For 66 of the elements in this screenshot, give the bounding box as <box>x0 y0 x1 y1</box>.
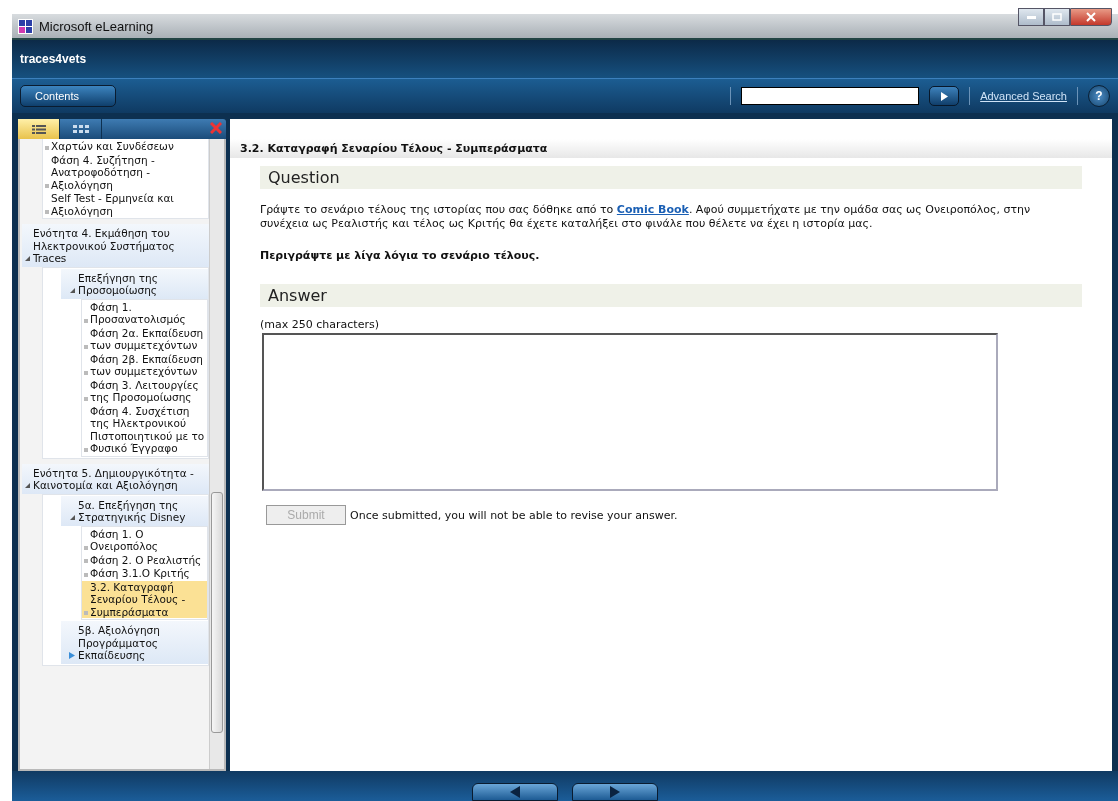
tree-item[interactable]: Φάση 2α. Εκπαίδευση των συμμετεχόντων <box>82 326 207 352</box>
tree-item[interactable]: 3.2. Καταγραφή Σεναρίου Τέλους - Συμπεράσματα <box>82 580 207 618</box>
grid-icon <box>72 125 89 133</box>
tree-group[interactable]: 5β. Αξιολόγηση Προγράμματος Εκπαίδευσης <box>61 621 208 664</box>
minimize-icon <box>1026 15 1036 19</box>
bullet-icon <box>84 318 88 323</box>
tree-group[interactable]: Ενότητα 5. Δημιουργικότητα - Καινοτομία και Αξιολόγηση <box>22 463 209 494</box>
tree-item[interactable]: Φάση 3. Λειτουργίες της Προσομοίωσης <box>82 378 207 404</box>
bullet-icon <box>45 145 49 150</box>
expanded-triangle-icon <box>69 286 75 294</box>
tree-item[interactable]: Self Test - Ερμηνεία και Αξιολόγηση <box>43 192 208 217</box>
play-icon <box>940 91 948 101</box>
bullet-icon <box>84 545 88 550</box>
help-button[interactable]: ? <box>1088 85 1110 107</box>
tree-item[interactable]: Φάση 2β. Εκπαίδευση των συμμετεχόντων <box>82 352 207 378</box>
tree-item[interactable]: Φάση 2. Ο Ρεαλιστής <box>82 553 207 566</box>
bullet-icon <box>45 184 49 188</box>
comic-book-link[interactable]: Comic Book <box>616 203 689 216</box>
minimize-button[interactable] <box>1018 8 1044 26</box>
bullet-icon <box>45 210 49 214</box>
question-text: Γράψτε το σενάριο τέλους της ιστορίας που σας δόθηκε από το Comic Book. Αφού συμμετήχατε με την ομάδα σας ως Ονειροπόλος, στην συνέχεια ως Ρεαλιστής και τέλος ως Κριτής θα έχετε καταλήξει στο φινάλε που θέλετε να έχει η ιστορία μας. <box>260 203 1032 231</box>
close-icon <box>1086 12 1096 22</box>
contents-button[interactable]: Contents <box>20 85 116 107</box>
expanded-triangle-icon <box>24 254 30 262</box>
tree-item[interactable]: Φάση 4. Συσχέτιση της Ηλεκτρονικού Πιστοποιητικού με το Φυσικό Έγγραφο <box>82 404 207 455</box>
instruction-text: Περιγράψτε με λίγα λόγια το σενάριο τέλους. <box>260 249 541 262</box>
scrollbar[interactable] <box>209 139 224 769</box>
tree-item[interactable]: Φάση 1. Ο Ονειροπόλος <box>82 527 207 553</box>
close-button[interactable] <box>1070 8 1112 26</box>
left-arrow-icon <box>510 786 520 798</box>
character-limit-hint: (max 250 characters) <box>260 318 380 331</box>
tree-item[interactable]: Φάση 1. Προσανατολισμός <box>82 300 207 326</box>
tree-item[interactable]: Φάση 3.1.Ο Κριτής <box>82 567 207 580</box>
search-go-button[interactable] <box>929 86 960 106</box>
tree-item[interactable]: Χαρτών και Συνδέσεων <box>43 140 208 153</box>
list-icon <box>31 124 46 134</box>
submit-note: Once submitted, you will not be able to revise your answer. <box>350 508 678 522</box>
expanded-triangle-icon <box>24 481 30 489</box>
bullet-icon <box>84 559 88 563</box>
bullet-icon <box>84 396 88 401</box>
expanded-triangle-icon <box>69 513 75 521</box>
right-arrow-icon <box>610 786 620 798</box>
window-title: Microsoft eLearning <box>39 18 155 34</box>
tree-group[interactable]: Επεξήγηση της Προσομοίωσης <box>61 268 208 299</box>
advanced-search-link[interactable]: Advanced Search <box>980 90 1067 102</box>
next-button[interactable] <box>572 783 658 801</box>
page-title: 3.2. Καταγραφή Σεναρίου Τέλους - Συμπεράσματα <box>230 139 1112 158</box>
maximize-icon <box>1052 13 1062 21</box>
app-logo-icon <box>18 18 33 34</box>
bullet-icon <box>84 344 88 349</box>
tree-group[interactable]: 5α. Επεξήγηση της Στρατηγικής Disney <box>61 495 208 526</box>
app-name: traces4vets <box>20 52 87 66</box>
question-heading: Question <box>260 166 1082 189</box>
tree-group[interactable]: Ενότητα 4. Εκμάθηση του Ηλεκτρονικού Συστήματος Traces <box>22 224 209 267</box>
bullet-icon <box>84 370 88 375</box>
list-view-tab[interactable] <box>18 119 60 139</box>
search-field[interactable] <box>741 87 920 105</box>
tree-item[interactable]: Φάση 4. Συζήτηση - Ανατροφοδότηση - Αξιολόγηση <box>43 153 208 191</box>
previous-button[interactable] <box>472 783 558 801</box>
scroll-thumb[interactable] <box>211 491 223 734</box>
collapsed-triangle-icon <box>69 651 75 659</box>
bullet-icon <box>84 447 88 452</box>
answer-heading: Answer <box>260 284 1082 307</box>
bullet-icon <box>84 572 88 577</box>
maximize-button[interactable] <box>1044 8 1070 26</box>
bullet-icon <box>84 611 88 615</box>
